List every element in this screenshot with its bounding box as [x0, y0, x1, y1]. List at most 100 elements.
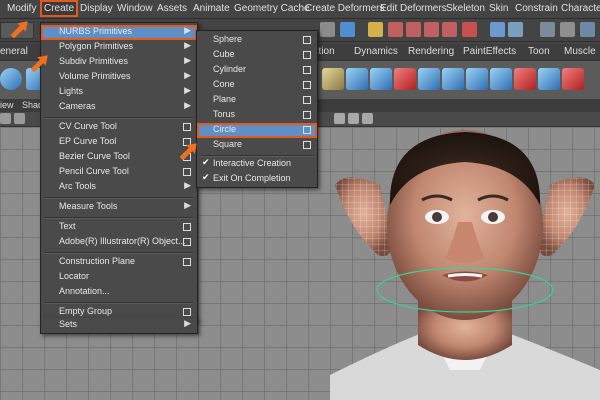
bevel-shelf-icon[interactable] [490, 68, 512, 90]
hierarchy-mode-icon[interactable] [340, 22, 355, 37]
attach-surface-shelf-icon[interactable] [538, 68, 560, 90]
submenu-item-cube[interactable]: Cube [197, 48, 317, 63]
square-surface-shelf-icon[interactable] [466, 68, 488, 90]
menu-item-illustrator-object[interactable]: Adobe(R) Illustrator(R) Object... [41, 235, 197, 250]
ipr-render-icon[interactable] [540, 22, 555, 37]
menu-geometry-cache[interactable]: Geometry Cache [234, 3, 310, 14]
birail-shelf-icon[interactable] [418, 68, 440, 90]
menu-item-bezier-curve-tool[interactable]: Bezier Curve Tool [41, 150, 197, 165]
menu-item-label: Lights [59, 86, 84, 96]
extrude-shelf-icon[interactable] [394, 68, 416, 90]
snap-point-icon[interactable] [424, 22, 439, 37]
option-box-icon[interactable] [303, 36, 311, 44]
menu-modify[interactable]: Modify [7, 3, 36, 14]
cone-shelf-icon[interactable] [562, 68, 584, 90]
lock-camera-icon[interactable] [14, 113, 25, 124]
option-box-icon[interactable] [183, 308, 191, 316]
shelf-tab-rendering[interactable]: Rendering [408, 46, 454, 57]
menu-item-label: Construction Plane [59, 256, 136, 266]
snap-view-icon[interactable] [442, 22, 457, 37]
menu-item-ep-curve-tool[interactable]: EP Curve Tool [41, 135, 197, 150]
lock-icon[interactable] [368, 22, 383, 37]
shaded-icon[interactable] [348, 113, 359, 124]
history-icon[interactable] [490, 22, 505, 37]
option-box-icon[interactable] [183, 123, 191, 131]
menu-item-pencil-curve-tool[interactable]: Pencil Curve Tool [41, 165, 197, 180]
shelf-tab-muscle[interactable]: Muscle [564, 46, 596, 57]
snap-curve-icon[interactable] [406, 22, 421, 37]
menu-skeleton[interactable]: Skeleton [446, 3, 485, 14]
option-box-icon[interactable] [183, 168, 191, 176]
menu-item-cameras[interactable]: Cameras ▶ [41, 100, 197, 115]
option-box-icon[interactable] [183, 238, 191, 246]
submenu-item-cone[interactable]: Cone [197, 78, 317, 93]
menu-assets[interactable]: Assets [157, 3, 187, 14]
select-mode-icon[interactable] [320, 22, 335, 37]
head-model[interactable] [330, 130, 600, 400]
menu-item-measure-tools[interactable]: Measure Tools ▶ [41, 200, 197, 215]
render-settings-icon[interactable] [560, 22, 575, 37]
sphere-shelf-icon[interactable] [0, 68, 22, 90]
planar-shelf-icon[interactable] [370, 68, 392, 90]
menu-item-arc-tools[interactable]: Arc Tools ▶ [41, 180, 197, 195]
shelf-tab-toon[interactable]: Toon [528, 46, 550, 57]
option-box-icon[interactable] [303, 111, 311, 119]
submenu-item-sphere[interactable]: Sphere [197, 33, 317, 48]
menu-item-annotation[interactable]: Annotation... [41, 285, 197, 300]
snap-grid-icon[interactable] [388, 22, 403, 37]
menu-item-text[interactable]: Text [41, 220, 197, 235]
boundary-shelf-icon[interactable] [442, 68, 464, 90]
magnet-icon[interactable] [462, 22, 477, 37]
menu-item-nurbs-primitives[interactable]: NURBS Primitives ▶ [41, 25, 197, 40]
panel-menu-view[interactable]: iew [0, 100, 14, 110]
menu-display[interactable]: Display [80, 3, 113, 14]
menu-window[interactable]: Window [117, 3, 153, 14]
menu-item-empty-group[interactable]: Empty Group [41, 305, 197, 319]
menu-constrain[interactable]: Constrain [515, 3, 558, 14]
menu-skin[interactable]: Skin [489, 3, 508, 14]
menu-separator [45, 302, 193, 304]
option-box-icon[interactable] [303, 141, 311, 149]
menu-animate[interactable]: Animate [193, 3, 230, 14]
submenu-item-circle[interactable]: Circle [197, 123, 317, 138]
submenu-item-interactive-creation[interactable]: ✔ Interactive Creation [197, 157, 317, 172]
option-box-icon[interactable] [303, 81, 311, 89]
loft-shelf-icon[interactable] [322, 68, 344, 90]
option-box-icon[interactable] [183, 223, 191, 231]
menu-character[interactable]: Character [561, 3, 600, 14]
shelf-tab-painteffects[interactable]: PaintEffects [463, 46, 516, 57]
menu-item-locator[interactable]: Locator [41, 270, 197, 285]
insert-isoparm-shelf-icon[interactable] [514, 68, 536, 90]
menu-create[interactable]: Create [40, 0, 79, 17]
shelf-tab-dynamics[interactable]: Dynamics [354, 46, 398, 57]
menu-edit-deformers[interactable]: Edit Deformers [380, 3, 447, 14]
menu-item-volume-primitives[interactable]: Volume Primitives ▶ [41, 70, 197, 85]
option-box-icon[interactable] [183, 258, 191, 266]
menu-item-cv-curve-tool[interactable]: CV Curve Tool [41, 120, 197, 135]
submenu-item-square[interactable]: Square [197, 138, 317, 153]
menu-item-sets[interactable]: Sets ▶ [41, 318, 197, 333]
menu-item-polygon-primitives[interactable]: Polygon Primitives ▶ [41, 40, 197, 55]
option-box-icon[interactable] [303, 96, 311, 104]
wireframe-icon[interactable] [334, 113, 345, 124]
submenu-item-cylinder[interactable]: Cylinder [197, 63, 317, 78]
menu-create-deformers[interactable]: Create Deformers [305, 3, 384, 14]
submenu-item-exit-on-completion[interactable]: ✔ Exit On Completion [197, 172, 317, 187]
menu-item-subdiv-primitives[interactable]: Subdiv Primitives ▶ [41, 55, 197, 70]
menu-item-label: NURBS Primitives [59, 26, 133, 36]
shelf-tab-general[interactable]: eneral [0, 46, 28, 57]
menu-item-label: Text [59, 221, 76, 231]
revolve-shelf-icon[interactable] [346, 68, 368, 90]
menu-item-construction-plane[interactable]: Construction Plane [41, 255, 197, 270]
submenu-item-plane[interactable]: Plane [197, 93, 317, 108]
camera-icon[interactable] [0, 113, 11, 124]
isolate-icon[interactable] [362, 113, 373, 124]
option-box-icon[interactable] [303, 126, 311, 134]
render-icon[interactable] [508, 22, 523, 37]
submenu-item-torus[interactable]: Torus [197, 108, 317, 123]
menu-item-lights[interactable]: Lights ▶ [41, 85, 197, 100]
menu-separator [45, 117, 193, 119]
option-box-icon[interactable] [303, 51, 311, 59]
hypershade-icon[interactable] [580, 22, 595, 37]
option-box-icon[interactable] [303, 66, 311, 74]
